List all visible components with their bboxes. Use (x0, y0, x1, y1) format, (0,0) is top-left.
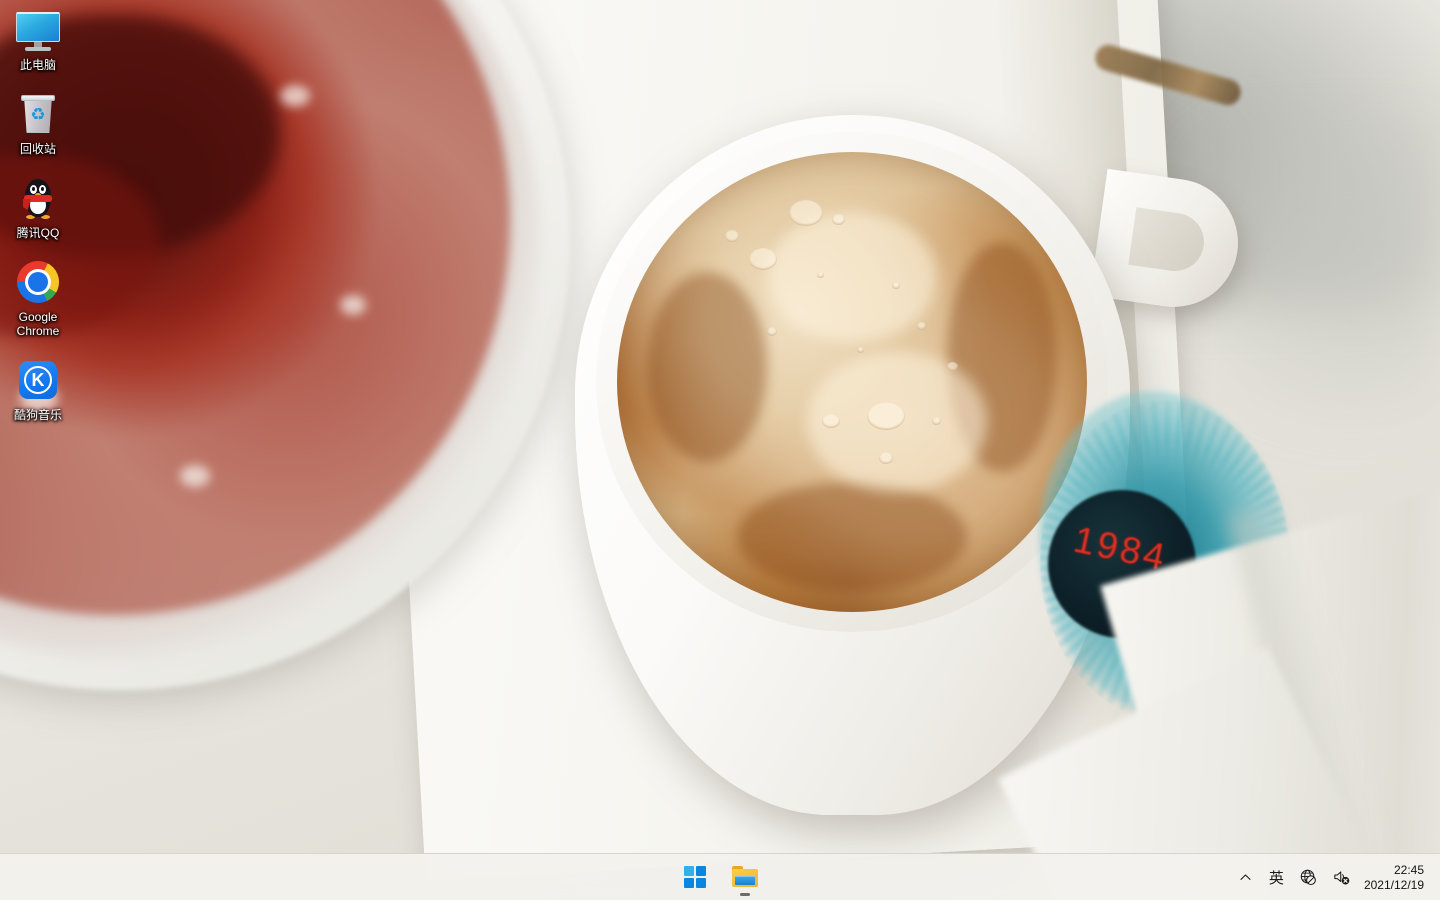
this-pc-icon (14, 6, 62, 54)
desktop-icon-tencent-qq[interactable]: 腾讯QQ (0, 168, 76, 240)
desktop-wallpaper[interactable]: 1984 (0, 0, 1440, 900)
tencent-qq-icon (14, 174, 62, 222)
desktop-icon-label: Google Chrome (16, 310, 60, 338)
file-explorer-button[interactable] (723, 857, 767, 897)
taskbar-active-indicator (740, 893, 750, 896)
desktop-icon-label: 腾讯QQ (16, 226, 60, 240)
taskbar-center-group (0, 854, 1440, 900)
desktop-icon-label: 此电脑 (19, 58, 56, 72)
folder-icon (732, 866, 758, 888)
network-status-button[interactable] (1292, 859, 1325, 897)
desktop-icon-google-chrome[interactable]: Google Chrome (0, 252, 76, 338)
taskbar-clock[interactable]: 22:45 2021/12/19 (1358, 859, 1436, 897)
volume-status-button[interactable] (1325, 859, 1358, 897)
globe-no-internet-icon (1300, 869, 1316, 886)
taskbar: 英 22:45 2021/12/19 (0, 853, 1440, 900)
ime-language-indicator[interactable]: 英 (1261, 859, 1292, 897)
wallpaper-coffee-crema (617, 152, 1087, 612)
desktop-icon-label: 酷狗音乐 (13, 408, 62, 422)
desktop-icon-recycle-bin[interactable]: ♻ 回收站 (0, 84, 76, 156)
recycle-bin-icon: ♻ (14, 90, 62, 138)
windows-logo-icon (684, 866, 706, 888)
desktop-icon-label: 回收站 (19, 142, 56, 156)
desktop-screen: 1984 此电脑 ♻ 回收站 腾讯QQ Google Chrome K 酷狗音乐… (0, 0, 1440, 900)
desktop-icon-kugou-music[interactable]: K 酷狗音乐 (0, 350, 76, 422)
clock-time: 22:45 (1393, 862, 1424, 877)
desktop-icon-this-pc[interactable]: 此电脑 (0, 0, 76, 72)
start-button[interactable] (673, 857, 717, 897)
desktop-icon-grid: 此电脑 ♻ 回收站 腾讯QQ Google Chrome K 酷狗音乐 (0, 0, 96, 434)
kugou-music-icon: K (14, 356, 62, 404)
system-tray: 英 22:45 2021/12/19 (1230, 854, 1440, 900)
speaker-muted-icon (1334, 871, 1350, 885)
google-chrome-icon (14, 258, 62, 306)
clock-date: 2021/12/19 (1363, 877, 1424, 892)
tray-overflow-chevron-up-icon[interactable] (1230, 859, 1261, 897)
